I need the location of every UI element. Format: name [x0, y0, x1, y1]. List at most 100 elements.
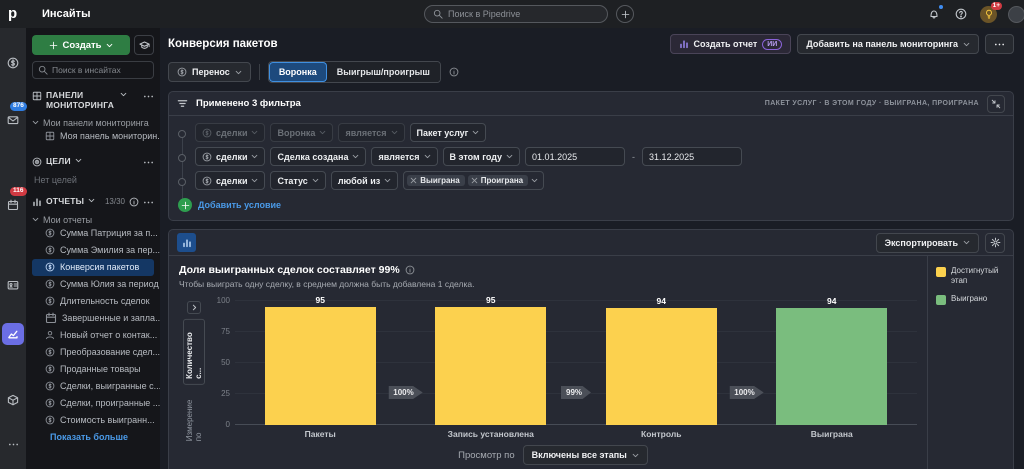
- bar[interactable]: 95: [435, 295, 547, 425]
- reports-more-icon[interactable]: [143, 197, 154, 208]
- tab-funnel[interactable]: Воронка: [268, 62, 327, 82]
- collapse-filters-button[interactable]: [987, 94, 1005, 113]
- create-report-button[interactable]: Создать отчет ИИ: [669, 34, 792, 54]
- app-title: Инсайты: [42, 8, 91, 20]
- sidebar-report-item[interactable]: Проданные товары: [32, 361, 154, 378]
- learning-button[interactable]: [134, 35, 154, 55]
- chart-type-bar-button[interactable]: [177, 233, 196, 252]
- add-to-dashboard-button[interactable]: Добавить на панель мониторинга: [797, 34, 979, 54]
- y-tick-label: 100: [216, 296, 230, 305]
- chevron-down-icon[interactable]: [88, 197, 95, 204]
- dashboards-more-icon[interactable]: [143, 91, 154, 102]
- filter-chip[interactable]: Выиграна: [407, 175, 465, 186]
- chip-label: Выиграна: [420, 176, 460, 185]
- remove-icon[interactable]: [471, 177, 478, 184]
- sidebar-report-item[interactable]: Завершенные и запла...: [32, 310, 160, 327]
- filter-chips[interactable]: Выиграна Проиграна: [403, 171, 545, 190]
- chevron-down-icon[interactable]: [120, 91, 127, 98]
- filter-select[interactable]: является: [371, 147, 438, 166]
- create-button[interactable]: Создать: [32, 35, 130, 55]
- filter-select[interactable]: Сделка создана: [270, 147, 367, 166]
- insights-nav-icon[interactable]: [2, 323, 24, 345]
- more-nav-icon[interactable]: [5, 436, 21, 452]
- reports-group[interactable]: Мои отчеты: [32, 215, 154, 225]
- sidebar-report-item[interactable]: Сделки, выигранные с...: [32, 378, 160, 395]
- filter-date-input[interactable]: [642, 147, 743, 166]
- sidebar-report-item[interactable]: Сделки, проигранные ...: [32, 395, 160, 412]
- show-more-link[interactable]: Показать больше: [32, 432, 154, 442]
- filter-select[interactable]: сделки: [195, 171, 266, 190]
- reports-title: ОТЧЕТЫ: [46, 195, 85, 206]
- products-nav-icon[interactable]: [5, 392, 21, 408]
- whats-new-badge: 1+: [990, 1, 1002, 10]
- help-button[interactable]: [953, 6, 969, 22]
- contacts-nav-icon[interactable]: [5, 277, 21, 293]
- legend-item[interactable]: Достигнутый этап: [936, 266, 1005, 286]
- filter-select[interactable]: Воронка: [270, 123, 334, 142]
- filter-select-label: сделки: [216, 127, 248, 138]
- sidebar-report-item[interactable]: Преобразование сдел...: [32, 344, 160, 361]
- mail-nav-icon[interactable]: [5, 112, 21, 128]
- info-icon[interactable]: [129, 197, 139, 207]
- bar[interactable]: 94: [605, 296, 717, 425]
- sidebar-report-item[interactable]: Сумма Эмилия за пер...: [32, 242, 160, 259]
- filter-select[interactable]: любой из: [330, 171, 399, 190]
- chart-settings-button[interactable]: [985, 232, 1005, 253]
- chevron-down-icon: [251, 129, 258, 136]
- export-button[interactable]: Экспортировать: [875, 232, 979, 253]
- user-avatar[interactable]: [1008, 5, 1024, 23]
- sidebar-report-item[interactable]: Сумма Патриция за п...: [32, 225, 158, 242]
- global-search-input[interactable]: [448, 9, 599, 19]
- filter-chip[interactable]: Проиграна: [467, 175, 529, 186]
- quick-add-button[interactable]: [616, 5, 634, 23]
- legend-item[interactable]: Выиграно: [936, 294, 1005, 305]
- sidebar-report-item[interactable]: Сумма Юлия за период: [32, 276, 159, 293]
- sidebar-report-item[interactable]: Длительность сделок: [32, 293, 154, 310]
- filter-select[interactable]: сделки: [195, 147, 266, 166]
- transfer-label: Перенос: [192, 67, 230, 77]
- bar-value-label: 95: [315, 295, 325, 306]
- sidebar-report-item[interactable]: Конверсия пакетов: [32, 258, 154, 276]
- view-by-dropdown[interactable]: Включены все этапы: [522, 445, 648, 465]
- measure-dropdown[interactable]: Количество с...: [183, 318, 205, 385]
- transfer-dropdown[interactable]: Перенос: [168, 62, 251, 82]
- bar[interactable]: 95: [264, 295, 376, 425]
- sidebar-item-dashboard[interactable]: Моя панель мониторин...: [32, 128, 160, 145]
- x-category-label: Пакеты: [304, 429, 336, 439]
- section-reports[interactable]: ОТЧЕТЫ 13/30: [32, 195, 154, 208]
- remove-icon[interactable]: [410, 177, 417, 184]
- sidebar-report-item[interactable]: Стоимость выигранн...: [32, 412, 155, 429]
- deals-nav-icon[interactable]: [5, 55, 21, 71]
- dashboards-group[interactable]: Мои панели мониторинга: [32, 118, 154, 128]
- pipedrive-logo[interactable]: p: [8, 0, 28, 28]
- tab-win-loss[interactable]: Выигрыш/проигрыш: [326, 62, 440, 82]
- sidebar-report-item[interactable]: Новый отчет о контак...: [32, 327, 157, 344]
- insights-search[interactable]: [32, 61, 154, 79]
- filter-select-label: любой из: [337, 175, 381, 186]
- filter-select[interactable]: является: [338, 123, 405, 142]
- info-icon[interactable]: [449, 67, 459, 77]
- global-search[interactable]: [424, 5, 608, 23]
- bar[interactable]: 94: [776, 296, 888, 425]
- filter-select[interactable]: Пакет услуг: [409, 123, 487, 142]
- activities-nav-icon[interactable]: [5, 197, 21, 213]
- filter-select[interactable]: Статус: [270, 171, 326, 190]
- bell-icon: [928, 8, 940, 20]
- insights-search-input[interactable]: [52, 65, 148, 75]
- expand-panel-button[interactable]: [187, 301, 201, 314]
- filter-date-input[interactable]: [525, 147, 626, 166]
- create-report-label: Создать отчет: [693, 39, 758, 49]
- add-condition[interactable]: Добавить условие: [178, 198, 1003, 212]
- filter-select[interactable]: В этом году: [442, 147, 521, 166]
- section-goals[interactable]: ЦЕЛИ: [32, 156, 154, 168]
- goals-more-icon[interactable]: [143, 157, 154, 168]
- chevron-down-icon[interactable]: [75, 157, 82, 164]
- whats-new-button[interactable]: 1+: [980, 1, 1002, 23]
- info-icon[interactable]: [405, 265, 415, 275]
- view-by-label: Просмотр по: [458, 449, 515, 461]
- section-dashboards[interactable]: ПАНЕЛИ МОНИТОРИНГА: [32, 90, 154, 111]
- filter-select[interactable]: сделки: [195, 123, 266, 142]
- notifications-button[interactable]: [926, 5, 943, 22]
- create-button-label: Создать: [62, 39, 102, 51]
- report-more-button[interactable]: [985, 34, 1014, 54]
